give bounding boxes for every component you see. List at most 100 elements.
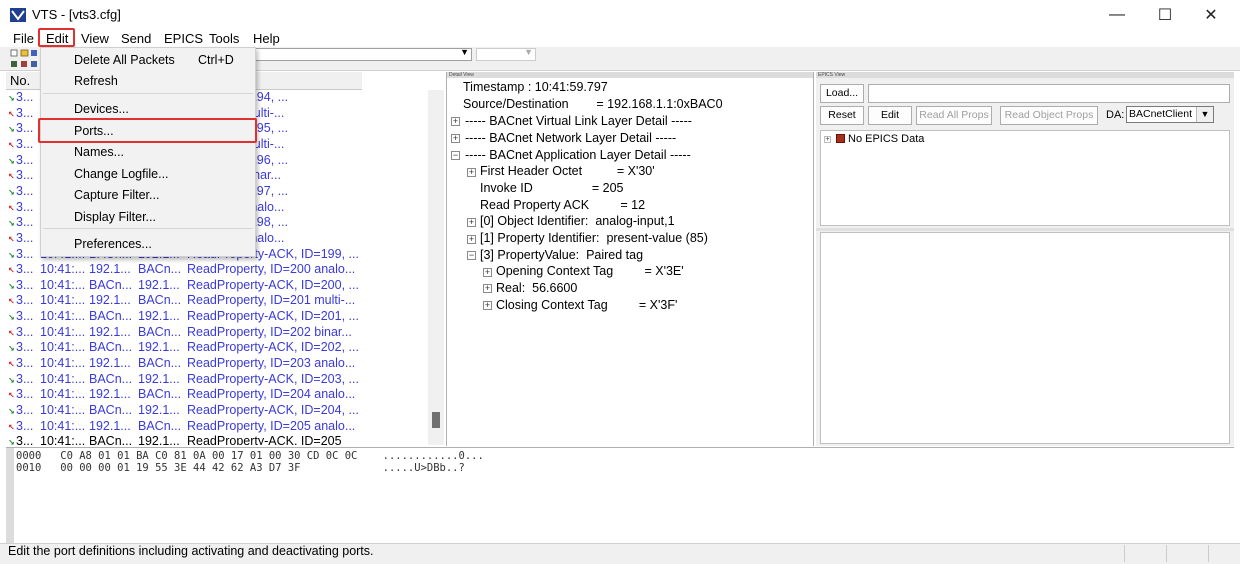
expand-icon[interactable]: + [467, 168, 476, 177]
status-pane-3 [1208, 545, 1232, 562]
collapse-icon[interactable]: − [451, 151, 460, 160]
packet-row[interactable]: ↖ 3... 10:41:... 192.1... BACn... ReadPropert… [6, 419, 362, 435]
column-no[interactable]: No. [10, 73, 30, 88]
packet-summary: ReadProperty, ID=204 analo... [187, 387, 356, 402]
packet-row[interactable]: ↖ 3... 10:41:... 192.1... BACn... ReadPropert… [6, 262, 362, 278]
packet-source: BACn... [89, 403, 133, 417]
toolbar-icons[interactable] [10, 49, 40, 69]
expand-icon[interactable]: + [483, 268, 492, 277]
ports-menu-highlight [38, 118, 257, 143]
packet-destination: 192.1... [138, 340, 180, 355]
detail-source-destination[interactable]: Source/Destination = 192.168.1.1:0xBAC0 [463, 97, 723, 111]
menu-view[interactable]: View [81, 30, 109, 47]
menu-item-names[interactable]: Names... [74, 145, 124, 159]
menu-item-delete-all-packets[interactable]: Delete All Packets [74, 53, 175, 67]
edit-menu-highlight [38, 28, 75, 47]
menu-item-devices[interactable]: Devices... [74, 102, 129, 116]
menu-tools[interactable]: Tools [209, 30, 239, 47]
detail-property-value[interactable]: [3] PropertyValue: Paired tag [480, 248, 643, 262]
menu-item-capture-filter[interactable]: Capture Filter... [74, 188, 159, 202]
menu-item-refresh[interactable]: Refresh [74, 74, 118, 88]
epics-file-field[interactable] [868, 84, 1230, 103]
packet-time: 10:41:... [40, 403, 86, 417]
outgoing-arrow-icon: ↖ [8, 422, 15, 432]
read-object-props-button[interactable]: Read Object Props [1000, 106, 1098, 125]
menu-item-preferences[interactable]: Preferences... [74, 237, 152, 251]
incoming-arrow-icon: ↘ [8, 313, 15, 323]
edit-button[interactable]: Edit [868, 106, 912, 125]
packet-destination: BACn... [138, 387, 182, 402]
packet-no: 3... [16, 230, 34, 245]
status-text: Edit the port definitions including acti… [8, 544, 374, 558]
expand-icon[interactable]: + [451, 134, 460, 143]
no-epics-data[interactable]: No EPICS Data [848, 133, 924, 145]
packet-row[interactable]: ↘3... 10:41:...BACn... 192.1... ReadPropert… [6, 434, 362, 445]
outgoing-arrow-icon: ↖ [8, 234, 15, 244]
packet-row[interactable]: ↖ 3... 10:41:... 192.1... BACn... ReadPropert… [6, 387, 362, 403]
packet-row[interactable]: ↘3... 10:41:...BACn... 192.1... ReadPropert… [6, 340, 362, 356]
port-combo[interactable]: ▼ [254, 47, 472, 61]
hex-line-0000[interactable]: 0000 C0 A8 01 01 BA C0 81 0A 00 17 01 00… [16, 450, 484, 462]
incoming-arrow-icon: ↘ [8, 219, 15, 229]
menu-epics[interactable]: EPICS [164, 30, 203, 47]
packet-summary: ReadProperty, ID=201 multi-... [187, 293, 356, 308]
incoming-arrow-icon: ↘ [8, 125, 15, 135]
expand-icon[interactable]: + [483, 301, 492, 310]
detail-network-layer[interactable]: ----- BACnet Network Layer Detail ----- [465, 131, 676, 145]
outgoing-arrow-icon: ↖ [8, 203, 15, 213]
menu-item-change-logfile[interactable]: Change Logfile... [74, 167, 169, 181]
packet-row[interactable]: ↘3... 10:41:...BACn... 192.1... ReadPropert… [6, 403, 362, 419]
packet-time: 10:41:... [40, 324, 86, 339]
packet-destination: BACn... [138, 418, 182, 433]
detail-object-identifier[interactable]: [0] Object Identifier: analog-input,1 [480, 214, 675, 228]
load-button[interactable]: Load... [820, 84, 864, 103]
status-pane-1 [1124, 545, 1164, 562]
packet-time: 10:41:... [40, 434, 86, 445]
detail-opening-context-tag[interactable]: Opening Context Tag = X'3E' [496, 264, 684, 278]
detail-property-identifier[interactable]: [1] Property Identifier: present-value (… [480, 231, 708, 245]
close-button[interactable]: ✕ [1188, 0, 1234, 30]
packet-row[interactable]: ↘3... 10:41:...BACn... 192.1... ReadPropert… [6, 309, 362, 325]
packet-row[interactable]: ↖ 3... 10:41:... 192.1... BACn... ReadPropert… [6, 356, 362, 372]
packet-list-scrollbar[interactable] [428, 90, 444, 445]
filter-combo[interactable]: ▼ [476, 47, 536, 61]
detail-first-header-octet[interactable]: First Header Octet = X'30' [480, 164, 655, 178]
expand-icon[interactable]: + [467, 235, 476, 244]
outgoing-arrow-icon: ↖ [8, 109, 15, 119]
packet-no: 3... [16, 199, 34, 214]
epics-view-pane: EPICS View Load... Reset Edit Read All P… [816, 72, 1234, 446]
detail-closing-context-tag[interactable]: Closing Context Tag = X'3F' [496, 298, 677, 312]
expand-icon[interactable]: + [467, 218, 476, 227]
detail-timestamp[interactable]: Timestamp : 10:41:59.797 [463, 80, 608, 94]
detail-invoke-id[interactable]: Invoke ID = 205 [480, 181, 623, 195]
reset-button[interactable]: Reset [820, 106, 864, 125]
packet-row[interactable]: ↖ 3... 10:41:... 192.1... BACn... ReadPropert… [6, 293, 362, 309]
minimize-button[interactable]: — [1094, 0, 1140, 30]
packet-source: BACn... [89, 340, 133, 355]
menu-file[interactable]: File [13, 30, 34, 47]
chevron-down-icon[interactable]: ▼ [1196, 107, 1213, 122]
maximize-button[interactable]: ☐ [1142, 0, 1188, 30]
packet-no: 3... [16, 418, 34, 433]
scrollbar-thumb[interactable] [432, 412, 440, 428]
menu-help[interactable]: Help [253, 30, 280, 47]
detail-virtual-link-layer[interactable]: ----- BACnet Virtual Link Layer Detail -… [465, 114, 692, 128]
expand-icon[interactable]: + [824, 136, 831, 143]
detail-real-value[interactable]: Real: 56.6600 [496, 281, 577, 295]
packet-no: 3... [16, 152, 34, 167]
menu-send[interactable]: Send [121, 30, 151, 47]
menu-item-display-filter[interactable]: Display Filter... [74, 210, 156, 224]
packet-row[interactable]: ↖ 3... 10:41:... 192.1... BACn... ReadPropert… [6, 325, 362, 341]
detail-application-layer[interactable]: ----- BACnet Application Layer Detail --… [465, 148, 691, 162]
detail-read-property-ack[interactable]: Read Property ACK = 12 [480, 198, 645, 212]
packet-time: 10:41:... [40, 262, 86, 277]
packet-row[interactable]: ↘3... 10:41:...BACn... 192.1... ReadPropert… [6, 372, 362, 388]
expand-icon[interactable]: + [451, 117, 460, 126]
incoming-arrow-icon: ↘ [8, 187, 15, 197]
epics-splitter[interactable] [816, 228, 1234, 231]
packet-row[interactable]: ↘3... 10:41:...BACn... 192.1... ReadPropert… [6, 278, 362, 294]
read-all-props-button[interactable]: Read All Props [916, 106, 992, 125]
hex-line-0010[interactable]: 0010 00 00 00 01 19 55 3E 44 42 62 A3 D7… [16, 462, 465, 474]
expand-icon[interactable]: + [483, 284, 492, 293]
collapse-icon[interactable]: − [467, 251, 476, 260]
